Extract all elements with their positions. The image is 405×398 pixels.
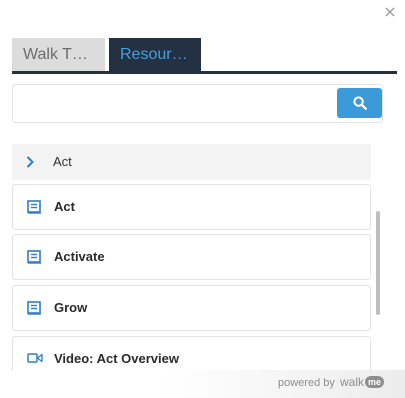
list-item-activate[interactable]: Activate <box>12 234 371 280</box>
search-box <box>12 84 383 123</box>
chevron-right-icon <box>26 156 34 168</box>
search-input[interactable] <box>13 85 335 122</box>
tab-walk-thrus[interactable]: Walk T… <box>12 38 105 71</box>
search-icon <box>352 96 367 110</box>
list-item-video-act-overview[interactable]: Video: Act Overview <box>12 336 371 372</box>
tab-resources[interactable]: Resour… <box>109 38 201 71</box>
powered-by-text: powered by <box>278 377 335 389</box>
list-item-grow[interactable]: Grow <box>12 285 371 331</box>
article-icon <box>27 200 41 214</box>
video-icon <box>27 353 43 363</box>
brand-me-badge: me <box>365 376 385 388</box>
tab-bar: Walk T… Resour… <box>12 38 397 74</box>
search-button[interactable] <box>337 88 382 118</box>
resource-list: Act Act Activate Grow Video: Act Overvie… <box>12 140 374 372</box>
article-icon <box>27 250 41 264</box>
list-item-label: Grow <box>54 300 88 315</box>
footer: powered by walk me <box>0 370 405 398</box>
scrollbar-thumb[interactable] <box>376 211 380 315</box>
list-item-label: Activate <box>54 249 105 264</box>
list-item-act[interactable]: Act <box>12 184 371 230</box>
article-icon <box>27 301 41 315</box>
walkme-logo[interactable]: walk me <box>340 375 385 389</box>
tab-underline <box>12 71 397 74</box>
folder-act[interactable]: Act <box>12 144 371 180</box>
list-item-label: Video: Act Overview <box>54 351 179 366</box>
folder-label: Act <box>53 154 72 169</box>
brand-walk-text: walk <box>340 375 365 389</box>
close-icon[interactable]: × <box>382 4 398 20</box>
list-item-label: Act <box>54 199 75 214</box>
